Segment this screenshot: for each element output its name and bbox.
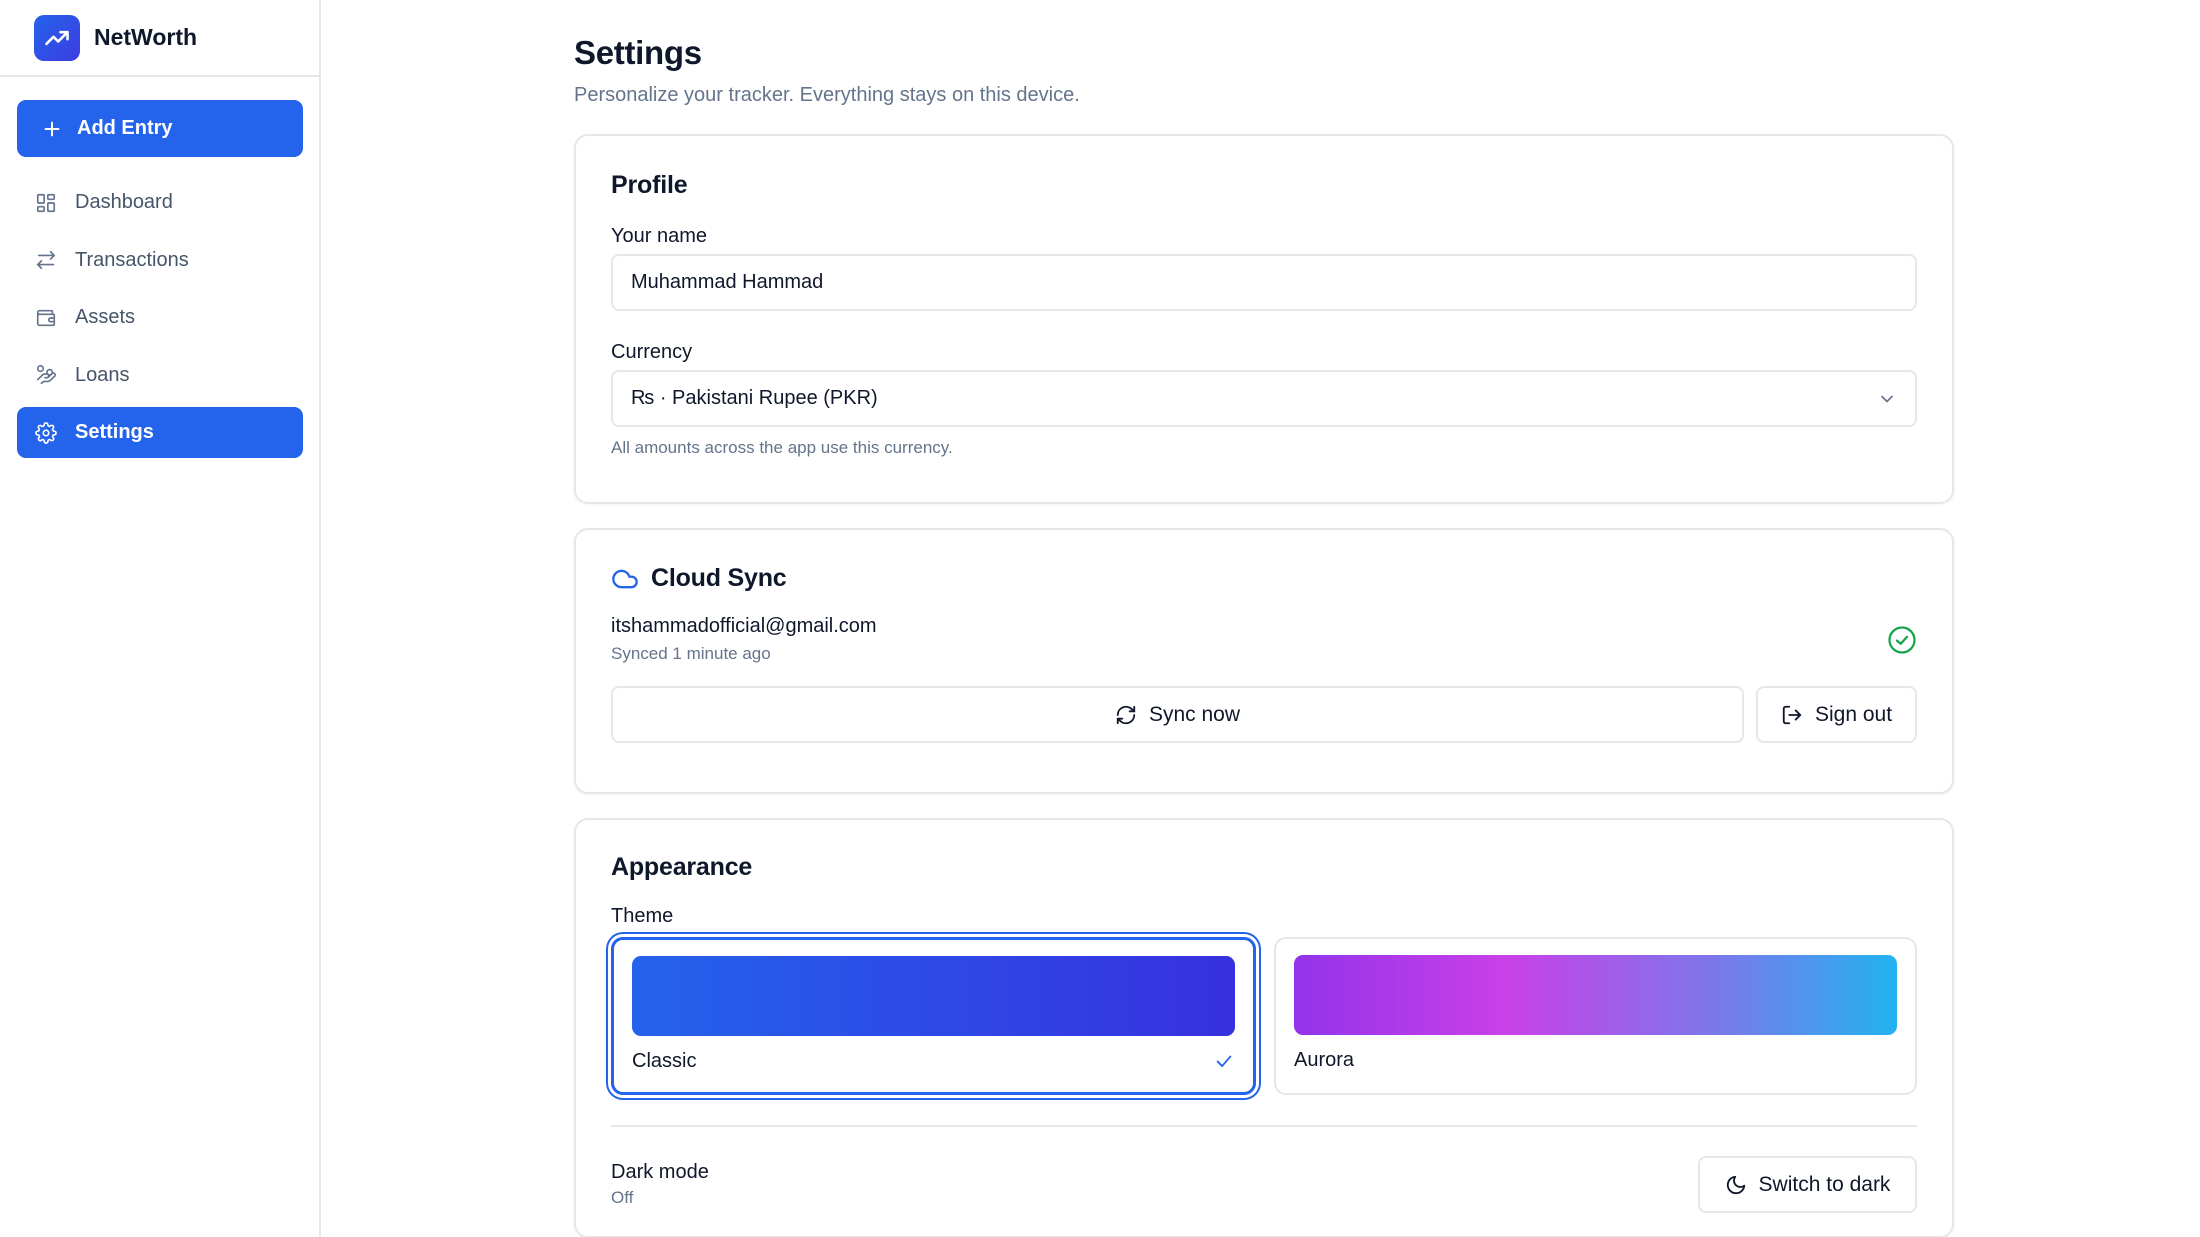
sidebar-item-label: Settings <box>75 421 154 443</box>
app-root: NetWorth Add Entry Dashboard Transaction… <box>0 0 2200 1237</box>
moon-icon <box>1726 1175 1745 1194</box>
sync-now-label: Sync now <box>1148 702 1241 726</box>
switch-to-dark-label: Switch to dark <box>1758 1172 1891 1196</box>
theme-name-classic: Classic <box>632 1050 697 1072</box>
cloud-sync-title: Cloud Sync <box>651 564 787 592</box>
theme-option-classic[interactable]: Classic <box>611 937 1256 1095</box>
hand-coins-icon <box>36 365 56 385</box>
name-input[interactable]: Muhammad Hammad <box>611 254 1917 311</box>
name-label: Your name <box>611 225 707 247</box>
add-entry-button[interactable]: Add Entry <box>17 100 303 157</box>
appearance-card: Appearance Theme Classic Aurora Dark mod… <box>574 818 1954 1237</box>
sidebar-item-label: Dashboard <box>75 191 173 213</box>
sync-status: Synced 1 minute ago <box>611 644 771 663</box>
settings-page: Settings Personalize your tracker. Every… <box>574 34 1954 1237</box>
arrows-swap-icon <box>36 250 56 270</box>
sign-out-button[interactable]: Sign out <box>1756 686 1917 743</box>
refresh-icon <box>1116 705 1136 724</box>
log-out-icon <box>1782 705 1802 724</box>
currency-label: Currency <box>611 341 693 363</box>
switch-to-dark-button[interactable]: Switch to dark <box>1698 1156 1917 1213</box>
brand-name: NetWorth <box>94 24 198 50</box>
currency-select[interactable]: ₨ · Pakistani Rupee (PKR) <box>611 370 1917 427</box>
cloud-sync-card: Cloud Sync itshammadofficial@gmail.com S… <box>574 528 1954 794</box>
sign-out-label: Sign out <box>1814 702 1893 726</box>
classic-swatch <box>632 956 1235 1036</box>
sync-now-button[interactable]: Sync now <box>611 686 1744 743</box>
sidebar-item-assets[interactable]: Assets <box>17 292 303 343</box>
appearance-divider <box>611 1125 1917 1127</box>
currency-hint: All amounts across the app use this curr… <box>611 438 953 457</box>
sidebar-nav: Dashboard Transactions Assets Loans Sett… <box>0 177 319 458</box>
cloud-sync-header: Cloud Sync <box>611 564 1917 593</box>
sidebar-item-label: Transactions <box>75 248 189 271</box>
page-subtitle: Personalize your tracker. Everything sta… <box>574 84 1080 106</box>
profile-card: Profile Your name Muhammad Hammad Curren… <box>574 134 1954 504</box>
trending-up-icon <box>34 14 80 61</box>
sidebar-item-dashboard[interactable]: Dashboard <box>17 177 303 228</box>
aurora-swatch <box>1294 955 1897 1035</box>
gear-icon <box>35 421 57 444</box>
sync-email: itshammadofficial@gmail.com <box>611 615 877 637</box>
sync-account-row: itshammadofficial@gmail.com Synced 1 min… <box>611 615 1917 664</box>
sync-actions: Sync now Sign out <box>611 686 1917 743</box>
main-content: Settings Personalize your tracker. Every… <box>321 0 2200 1237</box>
dark-mode-row: Dark mode Off Switch to dark <box>611 1156 1917 1213</box>
cloud-icon <box>612 569 638 588</box>
dark-mode-label: Dark mode <box>611 1161 709 1183</box>
chevron-down-icon <box>1881 395 1893 402</box>
dashboard-icon <box>36 193 56 212</box>
check-circle-icon <box>1888 625 1916 654</box>
add-entry-label: Add Entry <box>77 117 173 139</box>
page-title: Settings <box>574 34 702 71</box>
plus-icon <box>44 121 60 136</box>
theme-label: Theme <box>611 905 674 927</box>
name-value: Muhammad Hammad <box>631 271 824 293</box>
sidebar-item-label: Loans <box>75 363 130 386</box>
check-icon <box>1216 1055 1232 1067</box>
wallet-icon <box>36 309 56 326</box>
theme-options: Classic Aurora <box>611 937 1917 1095</box>
appearance-title: Appearance <box>611 853 753 881</box>
theme-option-aurora[interactable]: Aurora <box>1274 937 1917 1095</box>
brand[interactable]: NetWorth <box>0 0 319 77</box>
profile-title: Profile <box>611 171 688 199</box>
sidebar: NetWorth Add Entry Dashboard Transaction… <box>0 0 321 1237</box>
sidebar-item-transactions[interactable]: Transactions <box>17 235 303 286</box>
theme-name-aurora: Aurora <box>1294 1049 1355 1071</box>
currency-value: ₨ · Pakistani Rupee (PKR) <box>631 387 878 409</box>
sidebar-item-label: Assets <box>75 306 136 328</box>
sidebar-item-settings[interactable]: Settings <box>17 407 303 458</box>
sidebar-item-loans[interactable]: Loans <box>17 350 303 401</box>
dark-mode-value: Off <box>611 1188 634 1207</box>
